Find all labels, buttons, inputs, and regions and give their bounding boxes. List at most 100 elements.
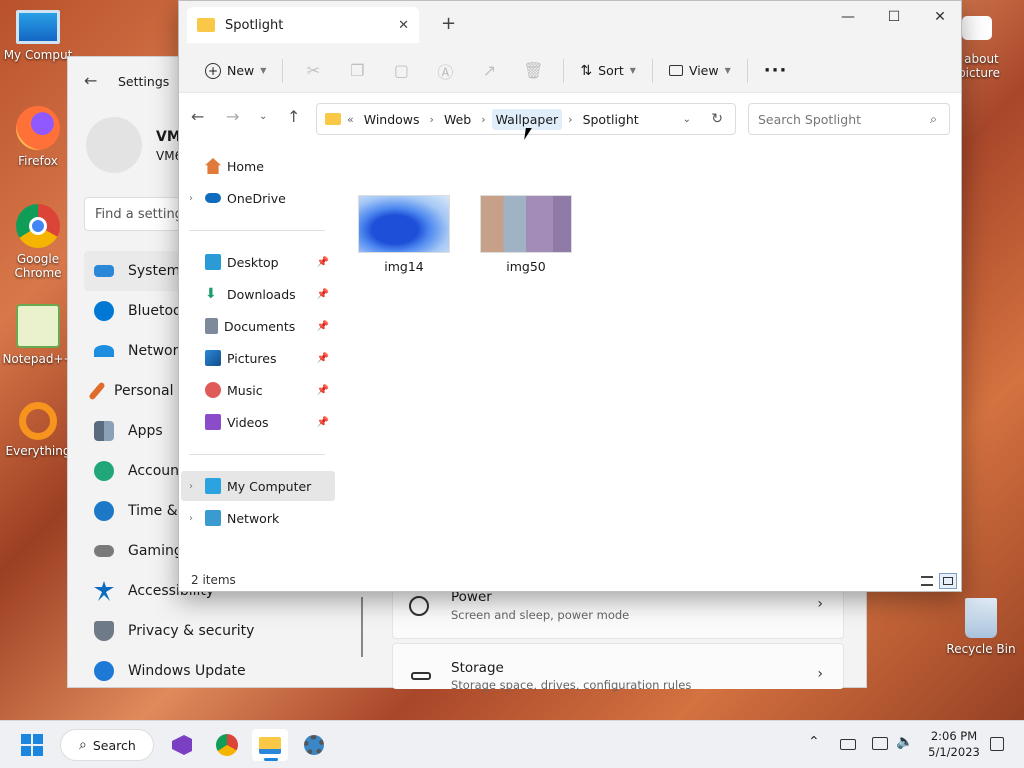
sort-button[interactable]: ⇅ Sort ▼ (572, 56, 644, 86)
card-subtitle: Storage space, drives, configuration rul… (451, 678, 692, 692)
shield-icon (94, 621, 114, 641)
new-button[interactable]: + New ▼ (197, 56, 274, 86)
delete-icon[interactable]: 🗑 (518, 56, 548, 86)
title-bar[interactable]: Spotlight ✕ + — ☐ ✕ (179, 1, 961, 49)
share-icon[interactable]: ↗ (474, 56, 504, 86)
maximize-button[interactable]: ☐ (871, 5, 917, 29)
chevron-right-icon[interactable]: › (481, 113, 485, 126)
file-item[interactable]: img14 (352, 195, 456, 274)
view-button[interactable]: View ▼ (661, 56, 739, 86)
pin-icon[interactable]: 📌 (317, 321, 329, 332)
visual-studio-icon[interactable] (164, 729, 200, 761)
chevron-up-icon[interactable]: ⌃ (808, 734, 820, 750)
desktop-icon-firefox[interactable]: Firefox (0, 106, 76, 168)
nav-home[interactable]: Home (181, 151, 335, 181)
nav-network[interactable]: › Network (181, 503, 335, 533)
nav-onedrive[interactable]: › OneDrive (181, 183, 335, 213)
desktop-icon-notepadpp[interactable]: Notepad++ (0, 304, 76, 366)
file-explorer-icon[interactable] (252, 729, 288, 761)
file-item[interactable]: img50 (474, 195, 578, 274)
nav-desktop[interactable]: Desktop 📌 (181, 247, 335, 277)
forward-icon[interactable]: → (226, 107, 239, 126)
expand-icon[interactable]: › (189, 193, 205, 204)
update-icon (94, 661, 114, 681)
close-button[interactable]: ✕ (917, 5, 963, 29)
pin-icon[interactable]: 📌 (317, 353, 329, 364)
settings-nav-time[interactable]: Time & (94, 491, 178, 531)
chrome-icon[interactable] (209, 729, 245, 761)
more-options-button[interactable]: ··· (756, 56, 796, 86)
rename-icon[interactable]: Ⓐ (430, 56, 460, 86)
nav-videos[interactable]: Videos 📌 (181, 407, 335, 437)
chevron-right-icon[interactable]: › (568, 113, 572, 126)
up-icon[interactable]: ↑ (287, 107, 300, 126)
pin-icon[interactable]: 📌 (317, 289, 329, 300)
overflow-chevron-icon[interactable]: « (347, 113, 354, 126)
camera-icon (962, 16, 992, 40)
settings-nav-network[interactable]: Network (94, 331, 186, 371)
desktop-icon-recycle-bin[interactable]: Recycle Bin (938, 598, 1024, 656)
copy-icon[interactable]: ❐ (342, 56, 372, 86)
nav-music[interactable]: Music 📌 (181, 375, 335, 405)
storage-icon (411, 672, 431, 680)
paste-icon[interactable]: ▢ (386, 56, 416, 86)
settings-nav-bluetooth[interactable]: Bluetoot (94, 291, 187, 331)
breadcrumb-web[interactable]: Web (440, 109, 475, 130)
refresh-icon[interactable]: ↻ (711, 111, 723, 127)
settings-nav-windows-update[interactable]: Windows Update (94, 651, 246, 691)
taskbar-search[interactable]: ⌕ Search (60, 729, 154, 761)
breadcrumb-wallpaper[interactable]: Wallpaper (491, 108, 563, 130)
settings-card-storage[interactable]: Storage Storage space, drives, configura… (392, 643, 844, 692)
expand-icon[interactable]: › (189, 513, 205, 524)
nav-downloads[interactable]: ⬇ Downloads 📌 (181, 279, 335, 309)
nav-pictures[interactable]: Pictures 📌 (181, 343, 335, 373)
pin-icon[interactable]: 📌 (317, 417, 329, 428)
firefox-icon (16, 106, 60, 150)
settings-nav-gaming[interactable]: Gaming (94, 531, 183, 571)
search-input[interactable]: Search Spotlight ⌕ (748, 103, 950, 135)
chevron-right-icon[interactable]: › (430, 113, 434, 126)
new-tab-button[interactable]: + (441, 13, 456, 34)
tiles-view-icon[interactable] (939, 573, 957, 589)
keyboard-icon[interactable] (840, 739, 856, 750)
clock[interactable]: 2:06 PM 5/1/2023 (922, 728, 986, 760)
scrollbar[interactable] (361, 597, 363, 657)
address-dropdown-icon[interactable]: ⌄ (683, 114, 691, 125)
settings-nav-accounts[interactable]: Account (94, 451, 185, 491)
tab-spotlight[interactable]: Spotlight ✕ (187, 7, 419, 43)
command-bar: + New ▼ ✂ ❐ ▢ Ⓐ ↗ 🗑 ⇅ Sort ▼ View ▼ ··· (179, 49, 961, 93)
pin-icon[interactable]: 📌 (317, 257, 329, 268)
settings-nav-personalization[interactable]: Personal (88, 371, 174, 411)
desktop-icon-chrome[interactable]: Google Chrome (0, 204, 76, 280)
chevron-down-icon: ▼ (260, 66, 267, 75)
nav-my-computer[interactable]: › My Computer (181, 471, 335, 501)
settings-nav-system[interactable]: System (84, 251, 184, 291)
start-button[interactable] (14, 729, 50, 761)
desktop-icon-label: Google Chrome (14, 252, 62, 280)
settings-nav-apps[interactable]: Apps (94, 411, 163, 451)
volume-icon[interactable]: 🔈 (896, 734, 913, 750)
desktop-icon-my-computer[interactable]: My Comput (0, 10, 76, 62)
settings-card-power[interactable]: Power Screen and sleep, power mode › (392, 585, 844, 639)
recent-locations-icon[interactable]: ⌄ (259, 111, 267, 122)
nav-documents[interactable]: Documents 📌 (181, 311, 335, 341)
clock-date: 5/1/2023 (928, 745, 980, 759)
network-icon (205, 510, 221, 526)
pin-icon[interactable]: 📌 (317, 385, 329, 396)
desktop-icon-everything[interactable]: Everything (0, 402, 76, 458)
breadcrumb-windows[interactable]: Windows (360, 109, 424, 130)
settings-nav-privacy[interactable]: Privacy & security (94, 611, 254, 651)
back-icon[interactable]: ← (84, 71, 97, 90)
details-view-icon[interactable] (921, 576, 933, 586)
cut-icon[interactable]: ✂ (298, 56, 328, 86)
breadcrumb-spotlight[interactable]: Spotlight (579, 109, 643, 130)
file-explorer-window[interactable]: Spotlight ✕ + — ☐ ✕ + New ▼ ✂ ❐ ▢ Ⓐ ↗ 🗑 … (178, 0, 962, 592)
minimize-button[interactable]: — (825, 5, 871, 29)
back-icon[interactable]: ← (191, 107, 204, 126)
notifications-icon[interactable] (990, 737, 1004, 751)
power-icon (409, 596, 429, 616)
settings-gear-icon[interactable] (296, 729, 332, 761)
close-tab-icon[interactable]: ✕ (398, 18, 409, 33)
network-icon[interactable] (872, 737, 888, 750)
expand-icon[interactable]: › (189, 481, 205, 492)
